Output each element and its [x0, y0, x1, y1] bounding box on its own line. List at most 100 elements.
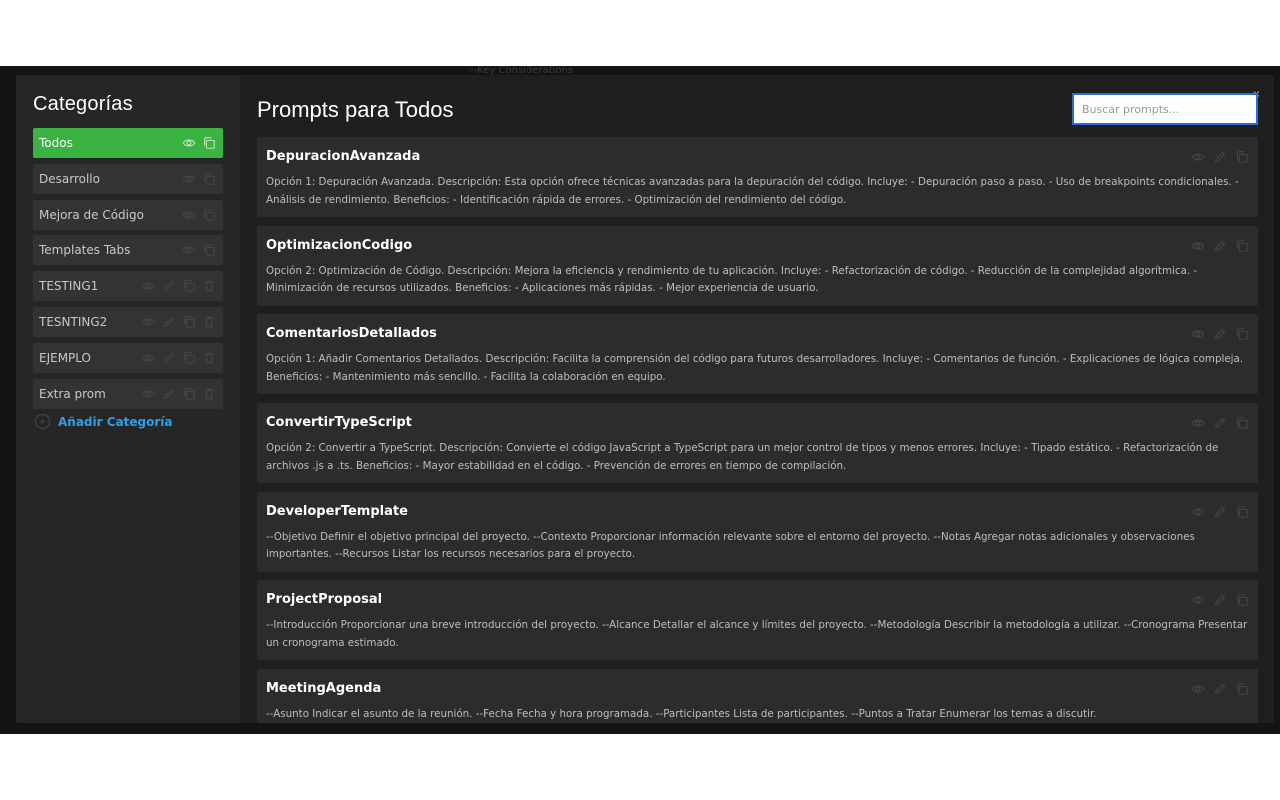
prompt-actions	[1190, 592, 1250, 608]
copy-icon[interactable]	[1234, 415, 1250, 431]
copy-icon[interactable]	[201, 135, 217, 151]
prompt-actions	[1190, 326, 1250, 342]
category-label: TESNTING2	[39, 314, 108, 329]
category-item[interactable]: Todos	[33, 128, 223, 158]
edit-icon[interactable]	[1212, 238, 1228, 254]
prompt-text: Opción 2: Convertir a TypeScript. Descri…	[266, 442, 1219, 472]
prompt-card[interactable]: MeetingAgenda --Asunto Indicar el asunto …	[257, 669, 1258, 723]
edit-icon[interactable]	[1212, 504, 1228, 520]
eye-icon[interactable]	[1190, 681, 1206, 697]
copy-icon[interactable]	[1234, 326, 1250, 342]
eye-icon[interactable]	[1190, 592, 1206, 608]
edit-icon[interactable]	[161, 314, 177, 330]
prompt-card[interactable]: DeveloperTemplate --Objetivo Definir el o…	[257, 491, 1258, 572]
category-item[interactable]: TESNTING2	[33, 306, 223, 337]
add-category-button[interactable]: + Añadir Categoría	[33, 414, 223, 430]
prompt-text: --Asunto Indicar el asunto de la reunión…	[266, 708, 1097, 721]
prompt-card[interactable]: DepuracionAvanzada Opción 1: Depuración A…	[257, 137, 1258, 217]
prompts-modal: Categorías Todos Desarrollo Mejora de Códi…	[16, 75, 1274, 723]
prompt-title: OptimizacionCodigo	[266, 237, 413, 253]
prompt-actions	[1190, 681, 1250, 697]
category-item[interactable]: Templates Tabs	[33, 235, 223, 266]
categories-sidebar: Categorías Todos Desarrollo Mejora de Códi…	[16, 75, 240, 723]
eye-icon[interactable]	[141, 386, 157, 402]
copy-icon[interactable]	[1234, 592, 1250, 608]
edit-icon[interactable]	[1212, 149, 1228, 165]
category-actions	[141, 350, 217, 366]
eye-icon[interactable]	[1190, 238, 1206, 254]
prompt-text: Opción 1: Depuración Avanzada. Descripci…	[266, 176, 1239, 206]
copy-icon[interactable]	[201, 171, 217, 187]
search-input[interactable]	[1072, 93, 1258, 125]
copy-icon[interactable]	[1234, 504, 1250, 520]
category-label: Mejora de Código	[39, 207, 144, 222]
eye-icon[interactable]	[181, 242, 197, 258]
prompt-card[interactable]: ConvertirTypeScript Opción 2: Convertir a…	[257, 403, 1258, 484]
eye-icon[interactable]	[141, 314, 157, 330]
category-item[interactable]: EJEMPLO	[33, 342, 223, 373]
eye-icon[interactable]	[181, 171, 197, 187]
trash-icon[interactable]	[201, 278, 217, 294]
edit-icon[interactable]	[161, 386, 177, 402]
edit-icon[interactable]	[1212, 592, 1228, 608]
category-actions	[181, 171, 217, 187]
copy-icon[interactable]	[1234, 149, 1250, 165]
category-actions	[141, 386, 217, 402]
copy-icon[interactable]	[181, 350, 197, 366]
trash-icon[interactable]	[201, 350, 217, 366]
eye-icon[interactable]	[141, 350, 157, 366]
eye-icon[interactable]	[1190, 326, 1206, 342]
prompt-card[interactable]: OptimizacionCodigo Opción 2: Optimización…	[257, 225, 1258, 306]
prompt-actions	[1190, 504, 1250, 520]
prompt-title: ComentariosDetallados	[266, 326, 437, 342]
copy-icon[interactable]	[181, 314, 197, 330]
prompts-main: Prompts para Todos × DepuracionAvanzadaO…	[240, 75, 1274, 723]
category-item[interactable]: Mejora de Código	[33, 199, 223, 230]
edit-icon[interactable]	[1212, 415, 1228, 431]
copy-icon[interactable]	[181, 278, 197, 294]
prompt-card[interactable]: ComentariosDetallados Opción 1: Añadir Co…	[257, 314, 1258, 395]
trash-icon[interactable]	[201, 314, 217, 330]
edit-icon[interactable]	[161, 278, 177, 294]
category-actions	[181, 207, 217, 223]
app-screen: --Key Considerations Categorías Todos Des…	[0, 66, 1280, 734]
category-actions	[181, 135, 217, 151]
copy-icon[interactable]	[1234, 681, 1250, 697]
eye-icon[interactable]	[141, 278, 157, 294]
prompt-text: Opción 2: Optimización de Código. Descri…	[266, 264, 1198, 295]
category-label: Desarrollo	[39, 171, 100, 186]
prompt-text: --Objetivo Definir el objetivo principal…	[266, 530, 1195, 561]
category-list: Todos Desarrollo Mejora de Código Templates…	[33, 128, 223, 409]
copy-icon[interactable]	[201, 207, 217, 223]
edit-icon[interactable]	[1212, 681, 1228, 697]
category-label: TESTING1	[39, 279, 99, 294]
copy-icon[interactable]	[201, 242, 217, 258]
edit-icon[interactable]	[161, 350, 177, 366]
category-item[interactable]: Extra prom	[33, 378, 223, 409]
prompt-actions	[1190, 149, 1250, 165]
category-label: Extra prom	[39, 386, 106, 401]
copy-icon[interactable]	[1234, 238, 1250, 254]
trash-icon[interactable]	[201, 386, 217, 402]
sidebar-title: Categorías	[33, 93, 133, 115]
prompt-actions	[1190, 415, 1250, 431]
category-item[interactable]: Desarrollo	[33, 163, 223, 194]
edit-icon[interactable]	[1212, 326, 1228, 342]
prompt-title: MeetingAgenda	[266, 681, 382, 697]
copy-icon[interactable]	[181, 386, 197, 402]
category-item[interactable]: TESTING1	[33, 271, 223, 302]
eye-icon[interactable]	[181, 135, 197, 151]
prompt-actions	[1190, 238, 1250, 254]
prompt-title: DepuracionAvanzada	[266, 149, 421, 164]
prompt-title: DeveloperTemplate	[266, 503, 408, 519]
category-label: Todos	[39, 136, 73, 150]
eye-icon[interactable]	[1190, 415, 1206, 431]
prompt-list: DepuracionAvanzada Opción 1: Depuración A…	[257, 137, 1258, 723]
eye-icon[interactable]	[1190, 149, 1206, 165]
category-actions	[181, 242, 217, 258]
prompt-card[interactable]: ProjectProposal --Introducción Proporcion…	[257, 580, 1258, 661]
eye-icon[interactable]	[1190, 504, 1206, 520]
eye-icon[interactable]	[181, 207, 197, 223]
prompt-title: ProjectProposal	[266, 592, 383, 608]
prompt-text: Opción 1: Añadir Comentarios Detallados.…	[266, 353, 1244, 383]
